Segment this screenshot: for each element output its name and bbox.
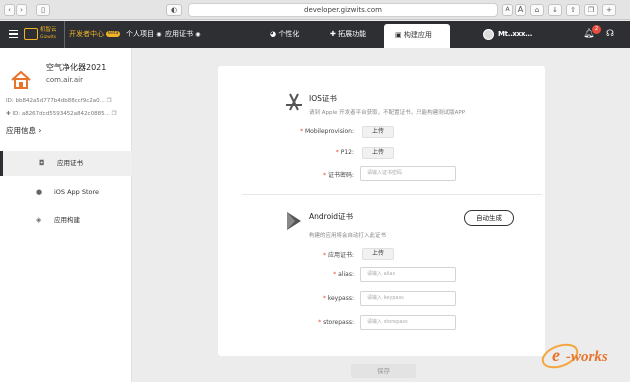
android-cert-title: Android证书 <box>309 212 353 221</box>
user-name[interactable]: Mt..xxx... <box>498 21 532 48</box>
app-info-label: 应用信息 <box>6 126 36 135</box>
storepass-input[interactable]: 请输入 storepass <box>360 315 456 330</box>
back-button[interactable]: ‹ <box>4 4 15 16</box>
android-id: ID: a8267dcd5593452a842c0885... <box>12 111 110 117</box>
chevron-right-icon: › <box>38 126 42 135</box>
alias-label: * alias: <box>333 271 354 278</box>
developer-center[interactable]: 开发者中心 Beta <box>64 21 121 48</box>
android-id-row: ✚ ID: a8267dcd5593452a842c0885... ❐ <box>6 111 117 117</box>
logo-en: Gizwits <box>40 35 57 40</box>
mobileprovision-upload-button[interactable]: 上传 <box>362 126 394 138</box>
sidebar-item-label: 应用构建 <box>54 216 80 224</box>
build-icon: ▣ <box>395 31 402 39</box>
ios-cert-desc: 请到 Apple 开发者平台获取，不配置证书，只能构建测试版APP <box>309 110 466 116</box>
copy-icon[interactable]: ❐ <box>107 98 112 104</box>
ios-id-row: ID: bb842a5d777b4db88ccf9c2a0... ❐ <box>6 98 112 104</box>
cert-password-input[interactable]: 请输入证书密码 <box>360 166 456 181</box>
house-icon <box>11 70 31 89</box>
browser-toolbar: ‹ › ▯ ◐ developer.gizwits.com A A ⌂ ↓ ⇧ … <box>0 0 630 20</box>
tabs-icon[interactable]: ❐ <box>584 4 598 16</box>
home-icon[interactable]: ⌂ <box>530 4 544 16</box>
palette-icon: ◕ <box>270 30 277 38</box>
breadcrumb-app-cert[interactable]: 应用证书 ◉ <box>165 21 200 48</box>
certificate-icon: ◘ <box>39 159 45 167</box>
sidebar-item-app-cert[interactable]: ◘ 应用证书 <box>0 151 132 176</box>
svg-text:e: e <box>552 345 560 365</box>
new-tab-icon[interactable]: + <box>602 4 616 16</box>
avatar[interactable] <box>483 29 494 40</box>
dropdown-icon: ◉ <box>156 31 162 38</box>
android-cert-label: * 应用证书: <box>323 252 354 259</box>
breadcrumb-personal-project[interactable]: 个人项目 ◉ <box>126 21 161 48</box>
play-store-icon <box>287 212 301 230</box>
ios-cert-title: IOS证书 <box>309 94 337 103</box>
android-cert-desc: 构建的应用将会自动打入此证书 <box>309 233 387 239</box>
android-cert-upload-button[interactable]: 上传 <box>362 248 394 260</box>
sidebar-item-app-build[interactable]: ◈ 应用构建 <box>0 208 132 233</box>
breadcrumb-label: 个人项目 <box>126 30 154 38</box>
headset-icon[interactable]: ☊ <box>606 21 614 48</box>
section-divider <box>242 194 542 195</box>
share-icon[interactable]: ⇧ <box>566 4 580 16</box>
p12-label: * P12: <box>335 149 354 156</box>
tab-build-app[interactable]: ▣ 构建应用 <box>384 24 450 48</box>
build-icon: ◈ <box>36 216 42 224</box>
developer-center-label: 开发者中心 <box>69 30 104 38</box>
breadcrumb-label: 应用证书 <box>165 30 193 38</box>
save-button[interactable]: 保存 <box>351 364 416 378</box>
app-info-toggle[interactable]: 应用信息 › <box>6 125 41 136</box>
keypass-input[interactable]: 请输入 keypass <box>360 291 456 306</box>
sidebar-item-label: 应用证书 <box>57 159 83 167</box>
tab-label: 拓展功能 <box>338 30 367 38</box>
app-store-icon <box>286 93 302 111</box>
puzzle-icon: ✚ <box>330 30 336 38</box>
p12-upload-button[interactable]: 上传 <box>362 147 394 159</box>
beta-badge: Beta <box>106 31 121 37</box>
font-smaller-button[interactable]: A <box>502 4 513 16</box>
download-icon[interactable]: ↓ <box>548 4 562 16</box>
alias-input[interactable]: 请输入 alias <box>360 267 456 282</box>
auto-generate-button[interactable]: 自动生成 <box>464 210 514 226</box>
dropdown-icon: ◉ <box>195 31 201 38</box>
keypass-label: * keypass: <box>322 295 354 302</box>
privacy-icon[interactable]: ◐ <box>166 4 182 16</box>
font-larger-button[interactable]: A <box>515 4 526 16</box>
url-bar[interactable]: developer.gizwits.com <box>188 3 498 17</box>
tab-label: 构建应用 <box>403 31 432 39</box>
storepass-label: * storepass: <box>318 319 354 326</box>
android-icon: ✚ <box>6 111 11 117</box>
tab-personalize[interactable]: ◕ 个性化 <box>270 21 299 48</box>
notification-badge: 2 <box>592 25 601 34</box>
sidebar-toggle-icon[interactable]: ▯ <box>36 4 50 16</box>
e-works-watermark: e -works <box>541 343 608 369</box>
copy-icon[interactable]: ❐ <box>112 111 117 117</box>
forward-button[interactable]: › <box>16 4 27 16</box>
tab-extensions[interactable]: ✚ 拓展功能 <box>330 21 366 48</box>
sidebar-item-label: iOS App Store <box>54 188 100 196</box>
sidebar-item-ios-app-store[interactable]: ● iOS App Store <box>0 180 132 205</box>
svg-text:-works: -works <box>566 349 608 365</box>
app-header: 机智云 Gizwits 开发者中心 Beta 个人项目 ◉ 应用证书 ◉ ◕ 个性… <box>0 21 630 48</box>
logo-cn: 机智云 <box>40 27 57 33</box>
tab-label: 个性化 <box>278 30 300 38</box>
cert-password-label: * 证书密码: <box>323 172 354 179</box>
logo[interactable]: 机智云 Gizwits <box>40 27 57 41</box>
ios-id: ID: bb842a5d777b4db88ccf9c2a0... <box>6 98 105 104</box>
mobileprovision-label: * Mobileprovision: <box>300 128 354 135</box>
product-key: com.air.air <box>46 76 83 84</box>
menu-icon[interactable] <box>9 30 18 38</box>
logo-icon[interactable] <box>24 28 38 40</box>
device-name: 空气净化器2021 <box>46 63 107 72</box>
apple-icon: ● <box>36 188 43 196</box>
